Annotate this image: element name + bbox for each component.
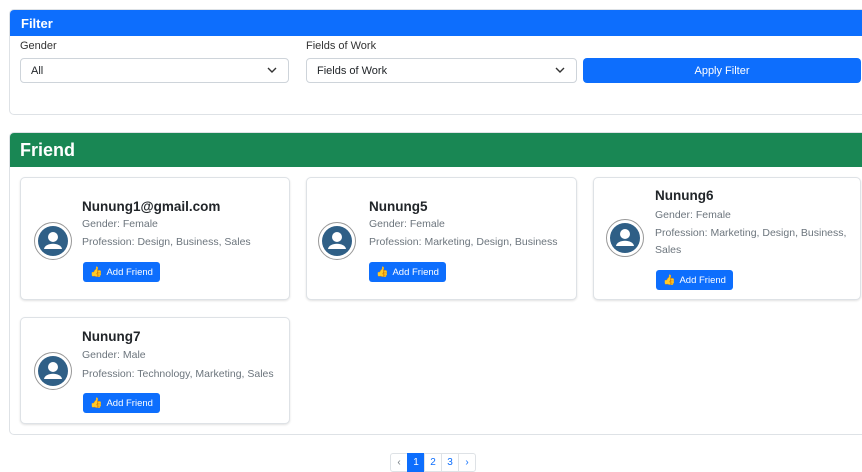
gender-select[interactable]: All xyxy=(20,58,289,83)
pagination-page-2[interactable]: 2 xyxy=(424,453,442,472)
thumbs-up-icon: 👍 xyxy=(663,274,676,286)
add-friend-button[interactable]: 👍 Add Friend xyxy=(369,262,446,282)
friend-name: Nunung1@gmail.com xyxy=(82,199,221,214)
friend-profession: Profession: Technology, Marketing, Sales xyxy=(82,368,274,380)
pagination-prev[interactable]: ‹ xyxy=(390,453,408,472)
friend-name: Nunung6 xyxy=(655,188,714,203)
friend-gender: Gender: Male xyxy=(82,349,146,361)
user-avatar-icon xyxy=(34,222,72,260)
friend-name: Nunung5 xyxy=(369,199,428,214)
chevron-down-icon xyxy=(267,67,277,73)
add-friend-label: Add Friend xyxy=(679,274,726,286)
friend-profession: Profession: Marketing, Design, Business xyxy=(369,236,558,248)
friend-card: Nunung1@gmail.com Gender: Female Profess… xyxy=(20,177,290,300)
friend-gender: Gender: Female xyxy=(655,209,731,221)
fields-of-work-select[interactable]: Fields of Work xyxy=(306,58,577,83)
pagination-page-3[interactable]: 3 xyxy=(441,453,459,472)
add-friend-button[interactable]: 👍 Add Friend xyxy=(83,393,160,413)
add-friend-button[interactable]: 👍 Add Friend xyxy=(83,262,160,282)
user-avatar-icon xyxy=(318,222,356,260)
friend-profession: Profession: Design, Business, Sales xyxy=(82,236,251,248)
thumbs-up-icon: 👍 xyxy=(90,266,103,278)
gender-select-value: All xyxy=(31,65,44,77)
user-avatar-icon xyxy=(606,219,644,257)
friend-profession: Profession: Marketing, Design, Business,… xyxy=(655,227,847,256)
add-friend-label: Add Friend xyxy=(106,397,153,409)
friend-name: Nunung7 xyxy=(82,329,141,344)
friend-section-title: Friend xyxy=(10,133,862,167)
fields-of-work-select-value: Fields of Work xyxy=(317,65,388,77)
gender-label: Gender xyxy=(20,40,57,52)
thumbs-up-icon: 👍 xyxy=(376,266,389,278)
user-avatar-icon xyxy=(34,352,72,390)
friend-card: Nunung5 Gender: Female Profession: Marke… xyxy=(306,177,577,300)
apply-filter-button[interactable]: Apply Filter xyxy=(583,58,861,83)
fields-of-work-label: Fields of Work xyxy=(306,40,377,52)
pagination-next[interactable]: › xyxy=(458,453,476,472)
pagination: ‹ 1 2 3 › xyxy=(390,453,476,472)
add-friend-button[interactable]: 👍 Add Friend xyxy=(656,270,733,290)
friend-gender: Gender: Female xyxy=(82,218,158,230)
pagination-page-1[interactable]: 1 xyxy=(407,453,425,472)
friend-card: Nunung6 Gender: Female Profession: Marke… xyxy=(593,177,861,300)
thumbs-up-icon: 👍 xyxy=(90,397,103,409)
friend-card: Nunung7 Gender: Male Profession: Technol… xyxy=(20,317,290,424)
filter-title: Filter xyxy=(10,10,862,36)
friend-gender: Gender: Female xyxy=(369,218,445,230)
add-friend-label: Add Friend xyxy=(392,266,439,278)
add-friend-label: Add Friend xyxy=(106,266,153,278)
chevron-down-icon xyxy=(555,67,565,73)
